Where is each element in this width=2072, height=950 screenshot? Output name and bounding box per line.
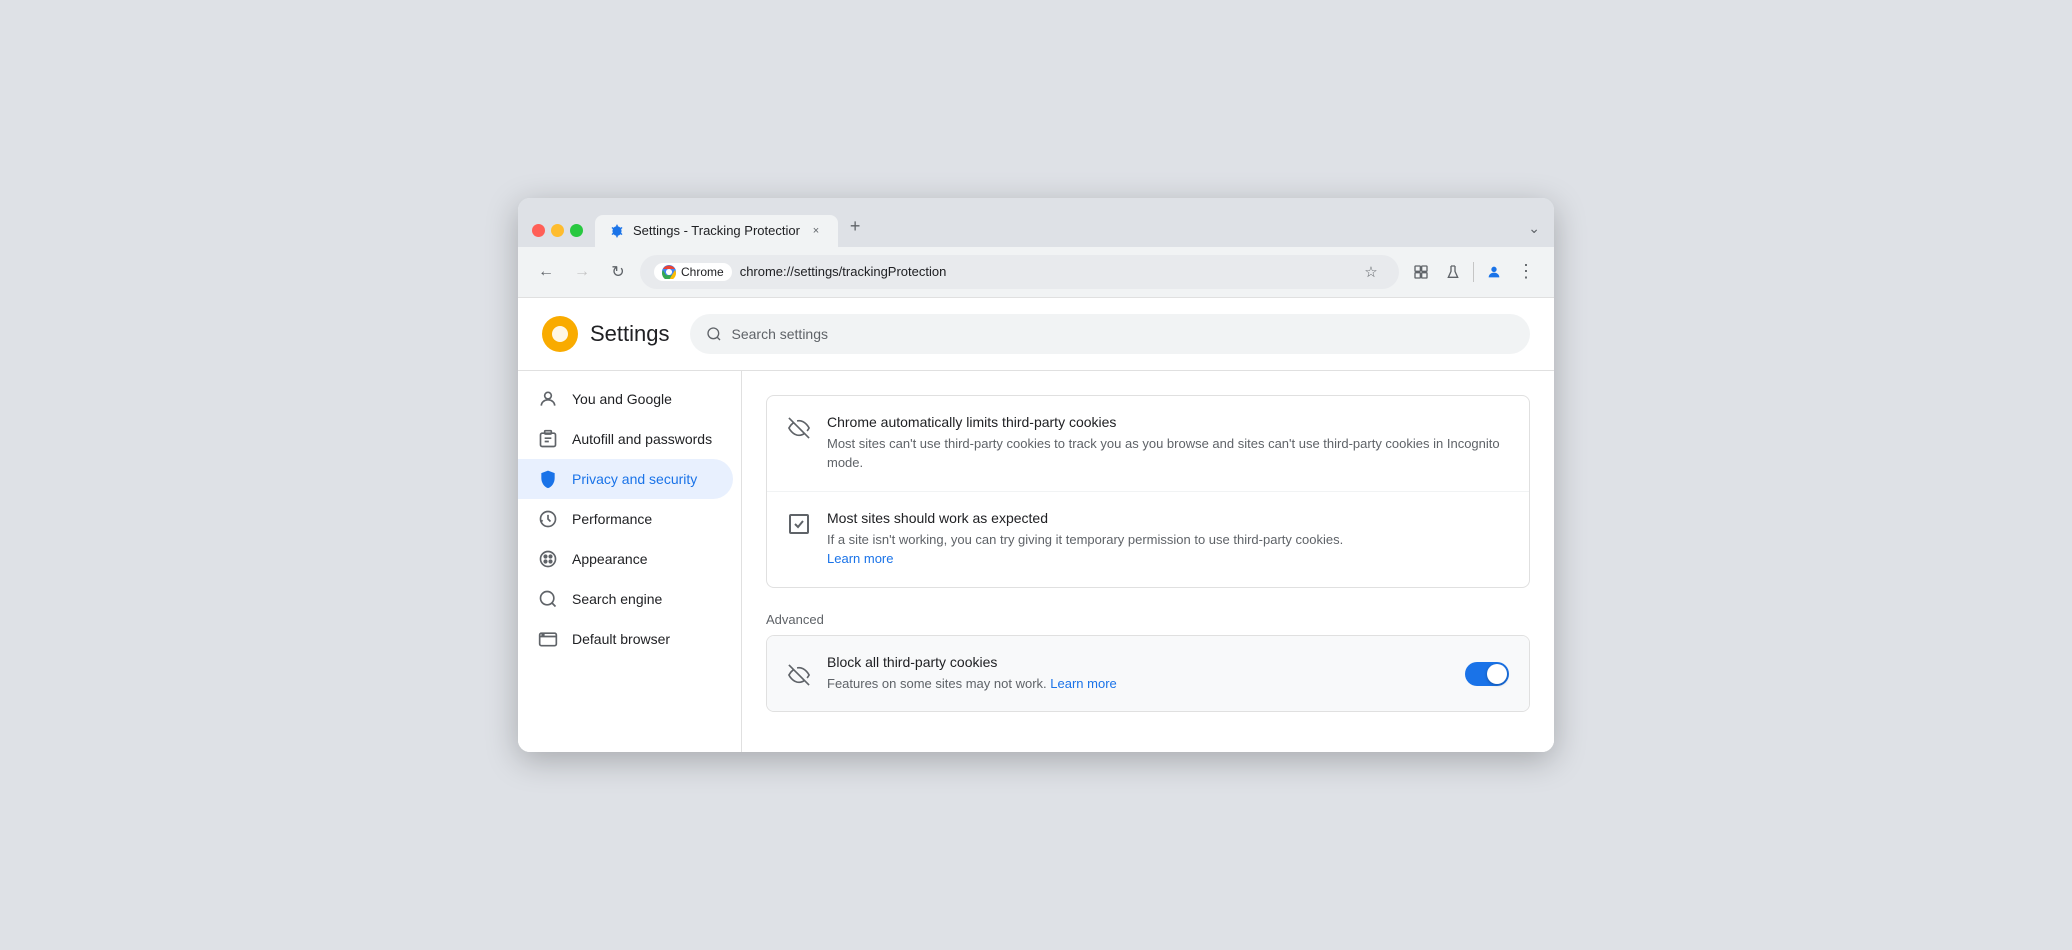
- limits-cookies-desc: Most sites can't use third-party cookies…: [827, 434, 1509, 473]
- menu-button[interactable]: ⋮: [1512, 258, 1540, 286]
- limits-cookies-row: Chrome automatically limits third-party …: [767, 396, 1529, 492]
- main-content: Settings Search settings: [518, 298, 1554, 753]
- block-all-row: Block all third-party cookies Features o…: [767, 636, 1529, 712]
- new-tab-button[interactable]: +: [842, 208, 869, 247]
- lab-button[interactable]: [1439, 258, 1467, 286]
- tab-title: Settings - Tracking Protectior: [633, 223, 800, 238]
- tracking-protection-card: Chrome automatically limits third-party …: [766, 395, 1530, 588]
- settings-logo-icon: [542, 316, 578, 352]
- tab-dropdown-button[interactable]: ⌄: [1528, 220, 1540, 247]
- url-text: chrome://settings/trackingProtection: [740, 264, 1349, 279]
- active-tab[interactable]: Settings - Tracking Protectior ×: [595, 215, 838, 247]
- close-button[interactable]: [532, 224, 545, 237]
- settings-page-title: Settings: [590, 321, 670, 347]
- search-icon: [706, 326, 722, 342]
- shield-icon: [538, 469, 558, 489]
- minimize-button[interactable]: [551, 224, 564, 237]
- reload-button[interactable]: ↻: [604, 258, 632, 286]
- toolbar: ← → ↻ Chrome chrome://settings/trackingP…: [518, 247, 1554, 298]
- sites-work-text: Most sites should work as expected If a …: [827, 510, 1509, 569]
- advanced-card: Block all third-party cookies Features o…: [766, 635, 1530, 713]
- toolbar-divider: [1473, 262, 1474, 282]
- traffic-lights: [532, 224, 583, 247]
- search-bar[interactable]: Search settings: [690, 314, 1531, 354]
- lab-icon: [1445, 264, 1461, 280]
- browser-window: Settings - Tracking Protectior × + ⌄ ← →…: [518, 198, 1554, 753]
- sidebar: You and Google Autofill and passwords: [518, 371, 742, 753]
- limits-cookies-text: Chrome automatically limits third-party …: [827, 414, 1509, 473]
- browser-icon: [538, 629, 558, 649]
- toggle-knob: [1487, 664, 1507, 684]
- eye-off-icon-1: [787, 416, 811, 440]
- profile-icon: [1486, 264, 1502, 280]
- settings-tab-icon: [609, 223, 625, 239]
- sidebar-item-you-and-google[interactable]: You and Google: [518, 379, 733, 419]
- bookmark-star-icon[interactable]: ☆: [1357, 258, 1385, 286]
- checkbox-icon-1: [787, 512, 811, 536]
- search-placeholder: Search settings: [732, 326, 829, 342]
- settings-body: You and Google Autofill and passwords: [518, 371, 1554, 753]
- block-all-title: Block all third-party cookies: [827, 654, 1449, 670]
- advanced-label: Advanced: [766, 604, 1530, 635]
- sidebar-item-performance[interactable]: Performance: [518, 499, 733, 539]
- chrome-logo: [662, 265, 676, 279]
- toolbar-right-icons: ⋮: [1407, 258, 1540, 286]
- block-all-desc: Features on some sites may not work. Lea…: [827, 674, 1449, 694]
- limits-cookies-title: Chrome automatically limits third-party …: [827, 414, 1509, 430]
- chrome-label: Chrome: [681, 265, 724, 279]
- sidebar-label-privacy: Privacy and security: [572, 471, 697, 487]
- sidebar-label-appearance: Appearance: [572, 551, 648, 567]
- title-bar: Settings - Tracking Protectior × + ⌄: [518, 198, 1554, 247]
- learn-more-link-1[interactable]: Learn more: [827, 551, 893, 566]
- sidebar-label-search-engine: Search engine: [572, 591, 662, 607]
- content-panel: Chrome automatically limits third-party …: [742, 371, 1554, 753]
- sidebar-item-privacy[interactable]: Privacy and security: [518, 459, 733, 499]
- clipboard-icon: [538, 429, 558, 449]
- sidebar-label-default-browser: Default browser: [572, 631, 670, 647]
- sidebar-item-search-engine[interactable]: Search engine: [518, 579, 733, 619]
- gauge-icon: [538, 509, 558, 529]
- sidebar-item-default-browser[interactable]: Default browser: [518, 619, 733, 659]
- search-sidebar-icon: [538, 589, 558, 609]
- learn-more-link-2[interactable]: Learn more: [1050, 676, 1116, 691]
- profile-button[interactable]: [1480, 258, 1508, 286]
- sites-work-row: Most sites should work as expected If a …: [767, 492, 1529, 587]
- person-icon: [538, 389, 558, 409]
- address-bar[interactable]: Chrome chrome://settings/trackingProtect…: [640, 255, 1399, 289]
- extensions-button[interactable]: [1407, 258, 1435, 286]
- forward-button[interactable]: →: [568, 258, 596, 286]
- block-all-toggle[interactable]: [1465, 662, 1509, 686]
- extensions-icon: [1413, 264, 1429, 280]
- sidebar-label-performance: Performance: [572, 511, 652, 527]
- sites-work-title: Most sites should work as expected: [827, 510, 1509, 526]
- block-all-text: Block all third-party cookies Features o…: [827, 654, 1449, 694]
- eye-off-icon-2: [787, 663, 811, 687]
- tab-close-button[interactable]: ×: [808, 223, 824, 239]
- maximize-button[interactable]: [570, 224, 583, 237]
- sites-work-desc: If a site isn't working, you can try giv…: [827, 530, 1509, 569]
- settings-header: Settings Search settings: [518, 298, 1554, 371]
- sidebar-item-autofill[interactable]: Autofill and passwords: [518, 419, 733, 459]
- back-button[interactable]: ←: [532, 258, 560, 286]
- palette-icon: [538, 549, 558, 569]
- sidebar-item-appearance[interactable]: Appearance: [518, 539, 733, 579]
- settings-logo: Settings: [542, 316, 670, 352]
- chrome-pill: Chrome: [654, 263, 732, 281]
- sidebar-label-you-and-google: You and Google: [572, 391, 672, 407]
- sidebar-label-autofill: Autofill and passwords: [572, 431, 712, 447]
